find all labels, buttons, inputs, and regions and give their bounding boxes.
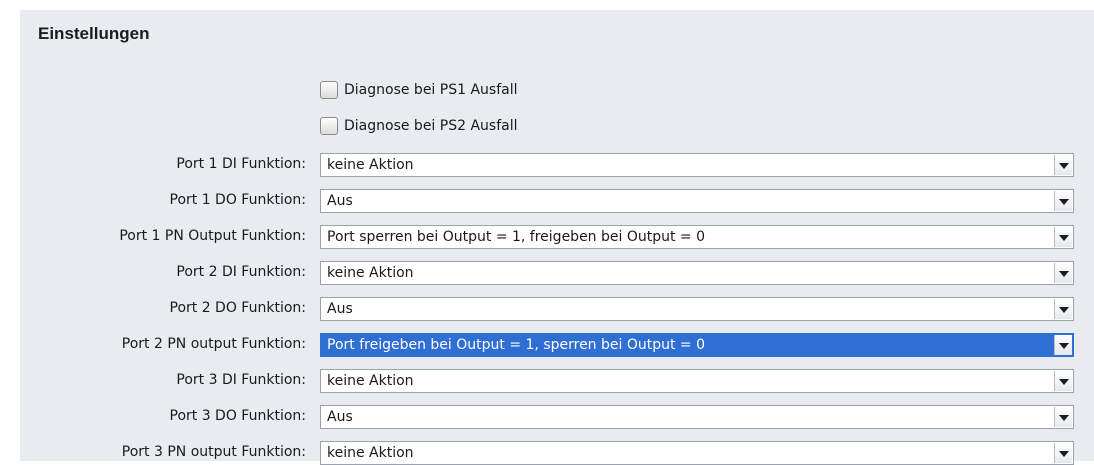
chevron-down-icon: [1059, 451, 1069, 457]
chevron-down-icon: [1059, 163, 1069, 169]
select-value: Aus: [327, 301, 353, 317]
checkbox-row-ps1[interactable]: Diagnose bei PS1 Ausfall: [320, 79, 518, 101]
chevron-down-icon: [1059, 271, 1069, 277]
select-value: Aus: [327, 409, 353, 425]
port2-pn-output-select[interactable]: Port freigeben bei Output = 1, sperren b…: [320, 333, 1074, 357]
select-value: Aus: [327, 193, 353, 209]
dropdown-button[interactable]: [1054, 299, 1072, 319]
dropdown-button[interactable]: [1054, 227, 1072, 247]
field-row-port3-pn-output: Port 3 PN output Funktion: keine Aktion: [20, 441, 1094, 465]
port1-do-select[interactable]: Aus: [320, 189, 1074, 213]
port3-do-select[interactable]: Aus: [320, 405, 1074, 429]
field-row-port1-pn-output: Port 1 PN Output Funktion: Port sperren …: [20, 225, 1094, 249]
field-label: Port 3 PN output Funktion:: [121, 444, 306, 460]
port2-di-select[interactable]: keine Aktion: [320, 261, 1074, 285]
checkbox-label: Diagnose bei PS1 Ausfall: [344, 82, 518, 98]
field-row-port1-do: Port 1 DO Funktion: Aus: [20, 189, 1094, 213]
field-label: Port 1 DO Funktion:: [169, 192, 307, 208]
section-title: Einstellungen: [38, 24, 150, 43]
field-row-port2-pn-output: Port 2 PN output Funktion: Port freigebe…: [20, 333, 1094, 357]
select-value: keine Aktion: [327, 157, 414, 173]
field-label: Port 3 DI Funktion:: [176, 372, 306, 388]
dropdown-button[interactable]: [1054, 407, 1072, 427]
dropdown-button[interactable]: [1054, 155, 1072, 175]
dropdown-button[interactable]: [1054, 371, 1072, 391]
field-label: Port 2 PN output Funktion:: [121, 336, 306, 352]
port1-pn-output-select[interactable]: Port sperren bei Output = 1, freigeben b…: [320, 225, 1074, 249]
field-row-port3-di: Port 3 DI Funktion: keine Aktion: [20, 369, 1094, 393]
select-value: Port sperren bei Output = 1, freigeben b…: [327, 229, 706, 245]
port1-di-select[interactable]: keine Aktion: [320, 153, 1074, 177]
chevron-down-icon: [1059, 307, 1069, 313]
field-row-port2-di: Port 2 DI Funktion: keine Aktion: [20, 261, 1094, 285]
select-value: keine Aktion: [327, 265, 414, 281]
field-label: Port 3 DO Funktion:: [169, 408, 307, 424]
checkbox-row-ps2[interactable]: Diagnose bei PS2 Ausfall: [320, 115, 518, 137]
field-row-port3-do: Port 3 DO Funktion: Aus: [20, 405, 1094, 429]
port3-di-select[interactable]: keine Aktion: [320, 369, 1074, 393]
dropdown-button[interactable]: [1054, 335, 1072, 355]
field-label: Port 1 PN Output Funktion:: [119, 228, 306, 244]
field-row-port1-di: Port 1 DI Funktion: keine Aktion: [20, 153, 1094, 177]
port2-do-select[interactable]: Aus: [320, 297, 1074, 321]
select-value: keine Aktion: [327, 373, 414, 389]
chevron-down-icon: [1059, 199, 1069, 205]
field-label: Port 1 DI Funktion:: [176, 156, 306, 172]
field-label: Port 2 DO Funktion:: [169, 300, 307, 316]
dropdown-button[interactable]: [1054, 191, 1072, 211]
checkbox-ps1-diagnose[interactable]: [320, 81, 338, 99]
settings-panel: Einstellungen Diagnose bei PS1 Ausfall D…: [20, 10, 1094, 465]
select-value: Port freigeben bei Output = 1, sperren b…: [327, 337, 706, 353]
field-label: Port 2 DI Funktion:: [176, 264, 306, 280]
chevron-down-icon: [1059, 379, 1069, 385]
field-row-port2-do: Port 2 DO Funktion: Aus: [20, 297, 1094, 321]
checkbox-ps2-diagnose[interactable]: [320, 117, 338, 135]
chevron-down-icon: [1059, 343, 1069, 349]
chevron-down-icon: [1059, 235, 1069, 241]
dropdown-button[interactable]: [1054, 263, 1072, 283]
port3-pn-output-select[interactable]: keine Aktion: [320, 441, 1074, 465]
checkbox-label: Diagnose bei PS2 Ausfall: [344, 118, 518, 134]
chevron-down-icon: [1059, 415, 1069, 421]
dropdown-button[interactable]: [1054, 443, 1072, 463]
select-value: keine Aktion: [327, 445, 414, 461]
